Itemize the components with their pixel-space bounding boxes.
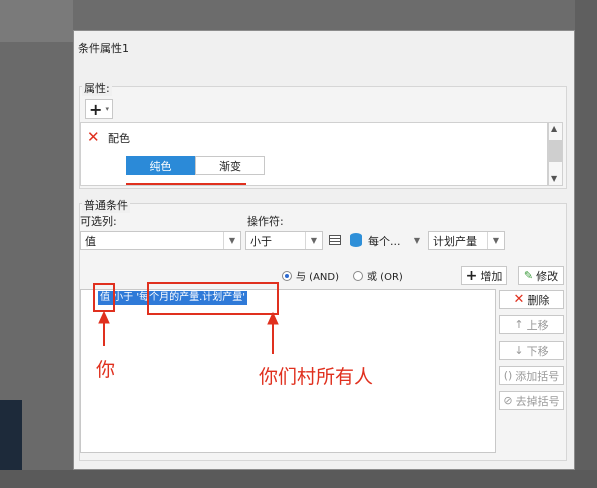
remove-bracket-icon: ⊘: [503, 394, 513, 407]
move-down-button[interactable]: ↓ 下移: [499, 341, 564, 360]
field2-select[interactable]: 计划产量 ▼: [428, 231, 505, 250]
attribute-list: [80, 122, 548, 186]
background-app-left: [0, 0, 73, 488]
operator-label: 操作符:: [247, 215, 284, 228]
add-bracket-button[interactable]: () 添加括号: [499, 366, 564, 385]
move-up-button[interactable]: ↑ 上移: [499, 315, 564, 334]
attributes-label: 属性:: [82, 80, 112, 96]
close-icon: ✕: [513, 292, 525, 307]
chevron-down-icon: ▾: [105, 105, 109, 113]
annotation-box-left: [93, 283, 115, 312]
arrow-down-icon: ↓: [514, 344, 524, 357]
dialog-title: 条件属性1: [78, 42, 129, 55]
annotation-text-left: 你: [96, 359, 116, 381]
field-select[interactable]: 每个... ▼: [364, 231, 425, 250]
tab-gradient[interactable]: 渐变: [195, 156, 265, 175]
database-icon[interactable]: [350, 233, 362, 247]
edit-icon: ✎: [523, 269, 534, 282]
bracket-icon: (): [503, 369, 513, 382]
scrollbar-thumb[interactable]: [549, 140, 562, 162]
background-app-bottom: [0, 470, 597, 488]
remove-bracket-button[interactable]: ⊘ 去掉括号: [499, 391, 564, 410]
add-condition-button[interactable]: + 增加: [461, 266, 507, 285]
plus-icon: +: [465, 267, 478, 284]
background-app-top: [73, 0, 597, 30]
column-label: 可选列:: [80, 215, 117, 228]
chevron-down-icon: ▼: [413, 236, 421, 245]
scroll-down-icon[interactable]: ▼: [551, 174, 557, 183]
background-app-right: [575, 0, 597, 488]
radio-indicator: [353, 270, 363, 281]
column-select[interactable]: 值 ▼: [80, 231, 241, 250]
radio-and[interactable]: 与 (AND): [282, 268, 339, 283]
chevron-down-icon: ▼: [223, 232, 240, 249]
radio-or[interactable]: 或 (OR): [353, 268, 403, 283]
color-preview-bar: [126, 183, 246, 185]
annotation-text-right: 你们村所有人: [259, 366, 374, 388]
chevron-down-icon: ▼: [305, 232, 322, 249]
scroll-up-icon[interactable]: ▲: [551, 124, 557, 133]
table-icon[interactable]: [329, 235, 341, 245]
tab-solid[interactable]: 纯色: [126, 156, 195, 175]
chevron-down-icon: ▼: [487, 232, 504, 249]
arrow-up-icon: ↑: [514, 318, 524, 331]
plus-icon: +: [89, 99, 103, 119]
delete-condition-button[interactable]: ✕ 删除: [499, 290, 564, 309]
modify-condition-button[interactable]: ✎ 修改: [518, 266, 564, 285]
conditions-label: 普通条件: [82, 197, 130, 213]
add-attribute-button[interactable]: + ▾: [85, 99, 113, 119]
color-item-label: 配色: [108, 132, 130, 145]
annotation-arrows: [98, 310, 279, 354]
operator-select[interactable]: 小于 ▼: [245, 231, 323, 250]
remove-attribute-icon[interactable]: ✕: [87, 128, 100, 146]
radio-indicator: [282, 270, 292, 281]
